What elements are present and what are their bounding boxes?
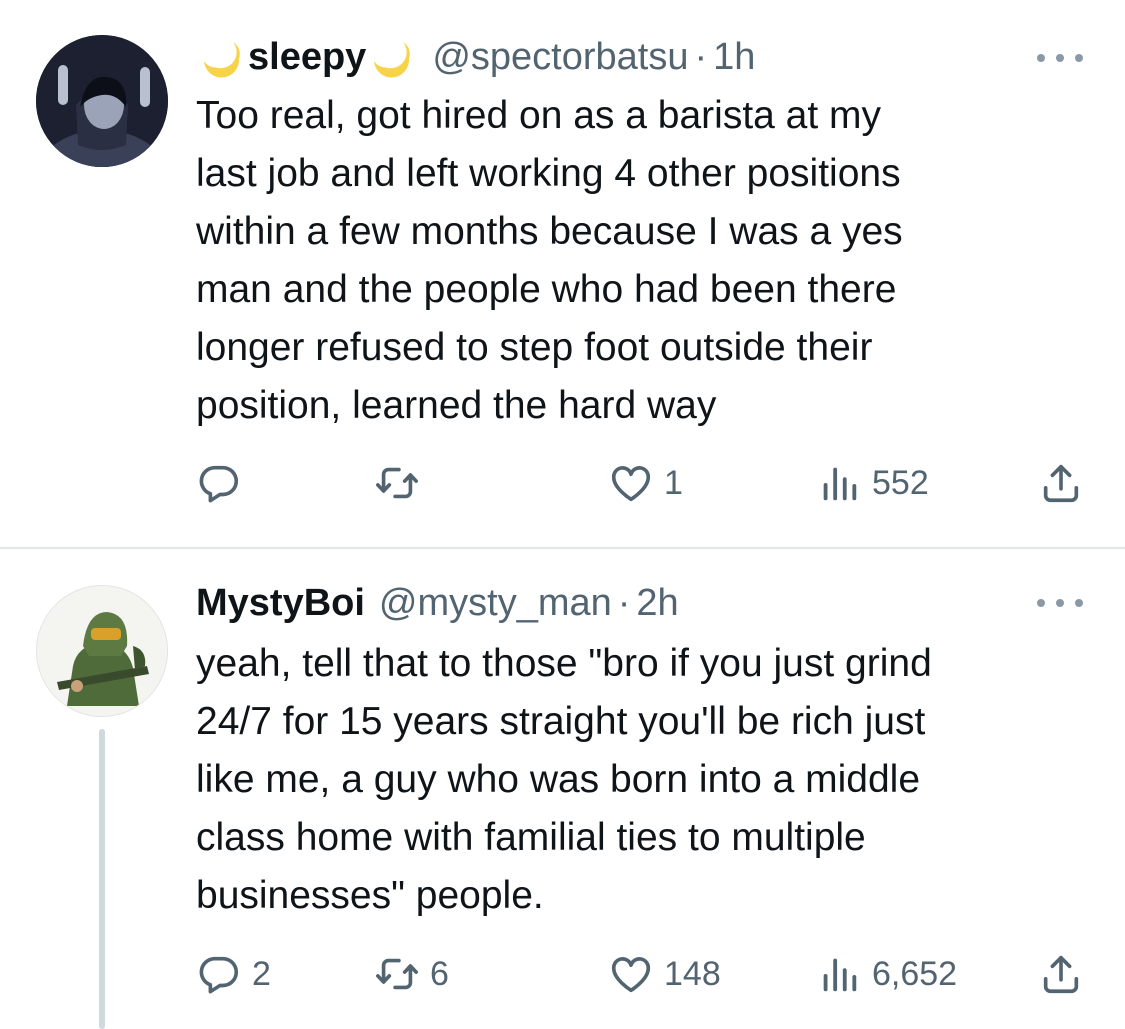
- action-bar: 1 552: [196, 458, 1086, 508]
- tweet[interactable]: MystyBoi @mysty_man · 2h yeah, tell that…: [0, 549, 1125, 1029]
- timestamp[interactable]: 1h: [713, 36, 755, 79]
- thread-line: [99, 729, 105, 1029]
- like-button[interactable]: 148: [608, 949, 721, 999]
- crescent-moon-icon: [368, 33, 416, 81]
- views-count: 552: [872, 463, 929, 502]
- views-button[interactable]: 6,652: [816, 949, 957, 999]
- retweet-icon: [374, 951, 420, 997]
- share-icon: [1038, 460, 1084, 506]
- avatar[interactable]: [36, 35, 168, 167]
- separator: ·: [617, 581, 631, 624]
- views-count: 6,652: [872, 954, 958, 993]
- more-icon[interactable]: [1037, 597, 1083, 609]
- retweet-button[interactable]: 6: [374, 949, 449, 999]
- reply-icon: [196, 951, 242, 997]
- tweet-header: sleepy @spectorbatsu · 1h: [196, 32, 755, 82]
- like-button[interactable]: 1: [608, 458, 683, 508]
- action-bar: 2 6 148 6,652: [196, 949, 1086, 999]
- avatar-image: [36, 35, 168, 167]
- display-name[interactable]: sleepy: [196, 33, 418, 81]
- display-name[interactable]: MystyBoi: [196, 582, 365, 625]
- like-count: 148: [664, 954, 721, 993]
- avatar[interactable]: [36, 585, 168, 717]
- tweet[interactable]: sleepy @spectorbatsu · 1h Too real, got …: [0, 0, 1125, 548]
- user-handle[interactable]: @spectorbatsu: [432, 36, 688, 79]
- like-count: 1: [664, 463, 683, 502]
- like-icon: [608, 460, 654, 506]
- more-icon[interactable]: [1037, 52, 1083, 64]
- retweet-count: 6: [430, 954, 449, 993]
- share-icon: [1038, 951, 1084, 997]
- user-handle[interactable]: @mysty_man: [379, 582, 612, 625]
- display-name-text: sleepy: [248, 35, 367, 78]
- retweet-button[interactable]: [374, 458, 430, 508]
- tweet-header: MystyBoi @mysty_man · 2h: [196, 578, 679, 628]
- retweet-icon: [374, 460, 420, 506]
- reply-icon: [196, 460, 242, 506]
- views-icon: [816, 951, 862, 997]
- timestamp[interactable]: 2h: [636, 582, 678, 625]
- share-button[interactable]: [1038, 949, 1084, 999]
- views-button[interactable]: 552: [816, 458, 929, 508]
- separator: ·: [694, 35, 708, 78]
- share-button[interactable]: [1038, 458, 1084, 508]
- reply-button[interactable]: [196, 458, 252, 508]
- reply-count: 2: [252, 954, 271, 993]
- reply-button[interactable]: 2: [196, 949, 271, 999]
- tweet-text: Too real, got hired on as a barista at m…: [196, 94, 903, 427]
- avatar-image: [37, 586, 167, 716]
- tweet-text: yeah, tell that to those "bro if you jus…: [196, 642, 932, 917]
- crescent-moon-icon: [198, 33, 246, 81]
- like-icon: [608, 951, 654, 997]
- views-icon: [816, 460, 862, 506]
